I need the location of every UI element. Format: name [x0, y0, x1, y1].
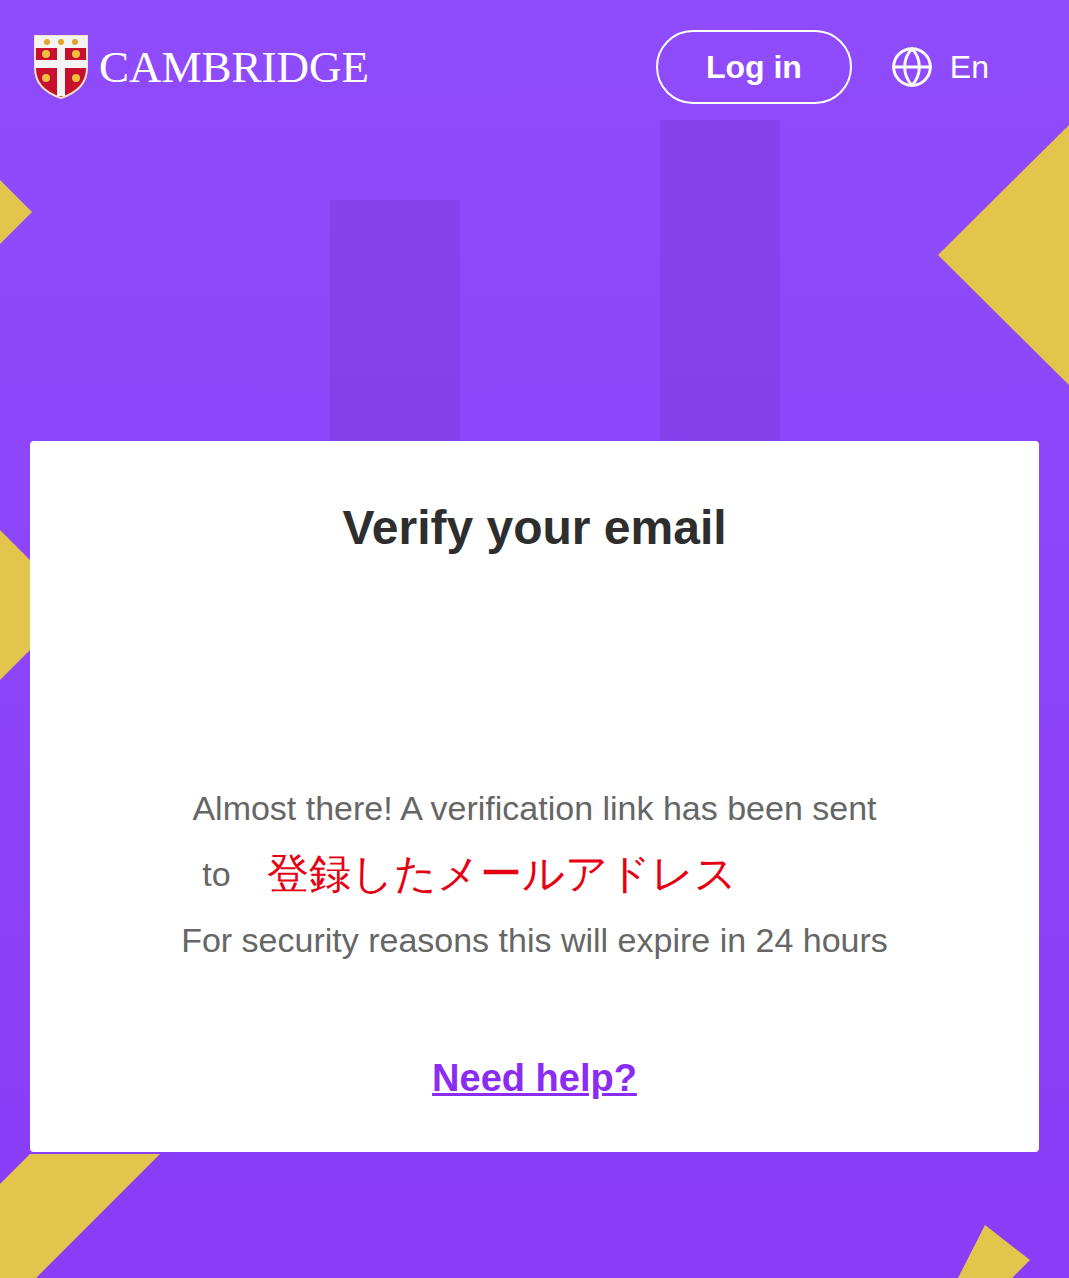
message: Almost there! A verification link has be… [181, 775, 888, 973]
help-link[interactable]: Need help? [432, 1055, 637, 1101]
cambridge-shield-icon [33, 34, 89, 100]
verify-card: Verify your email Almost there! A verific… [30, 441, 1039, 1152]
email-address: 登録したメールアドレス [267, 841, 737, 907]
cambridge-logo[interactable]: CAMBRIDGE [33, 30, 369, 100]
globe-icon [890, 45, 934, 89]
message-line: Almost there! A verification link has be… [192, 775, 876, 841]
card-title: Verify your email [342, 499, 726, 557]
header: CAMBRIDGE Log in En [0, 0, 1069, 104]
message-line: to登録したメールアドレス [202, 841, 866, 907]
login-button[interactable]: Log in [656, 30, 852, 104]
expiry-line: For security reasons this will expire in… [181, 907, 888, 973]
language-selector[interactable]: En [890, 43, 989, 91]
page: CAMBRIDGE Log in En Verify your email Almost… [0, 0, 1069, 1278]
